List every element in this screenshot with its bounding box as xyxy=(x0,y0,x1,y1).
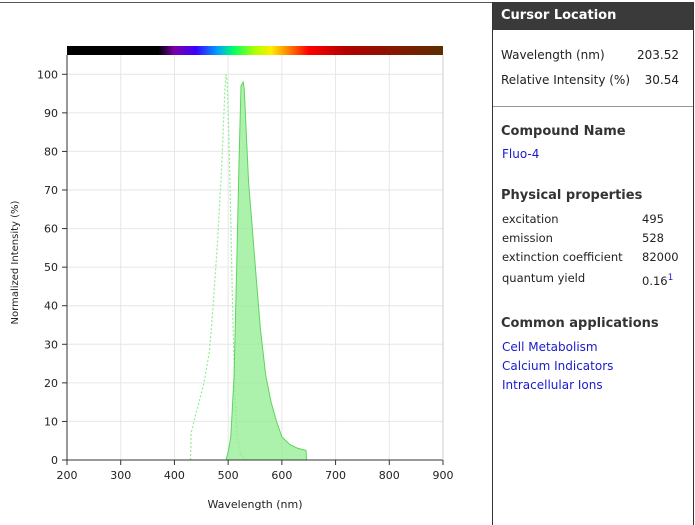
y-tick-label: 100 xyxy=(37,68,58,81)
emission-row: emission 528 xyxy=(502,231,682,245)
y-tick-label: 60 xyxy=(44,223,58,236)
y-axis-label: Normalized Intensity (%) xyxy=(10,200,21,324)
x-tick-label: 800 xyxy=(379,469,400,482)
y-tick-label: 0 xyxy=(51,454,58,467)
x-tick-label: 500 xyxy=(218,469,239,482)
excitation-row: excitation 495 xyxy=(502,212,682,226)
x-tick-label: 400 xyxy=(164,469,185,482)
info-panel: Cursor Location Wavelength (nm) 203.52 R… xyxy=(492,2,694,525)
quantum-yield-reference-link[interactable]: 1 xyxy=(668,273,674,283)
y-tick-label: 50 xyxy=(44,261,58,274)
emission-value: 528 xyxy=(642,231,664,245)
cursor-intensity-row: Relative Intensity (%) 30.54 xyxy=(501,73,685,87)
y-tick-label: 20 xyxy=(44,377,58,390)
cursor-wavelength-value: 203.52 xyxy=(637,48,679,62)
x-tick-label: 900 xyxy=(433,469,454,482)
quantum-yield-value-wrap: 0.161 xyxy=(642,273,673,288)
cursor-wavelength-label: Wavelength (nm) xyxy=(501,48,605,62)
y-tick-label: 80 xyxy=(44,145,58,158)
compound-name-link[interactable]: Fluo-4 xyxy=(502,147,539,161)
cursor-intensity-label: Relative Intensity (%) xyxy=(501,73,631,87)
excitation-label: excitation xyxy=(502,212,559,226)
application-link-intracellular-ions[interactable]: Intracellular Ions xyxy=(502,378,603,392)
emission-area xyxy=(225,80,308,461)
quantum-yield-value: 0.16 xyxy=(642,273,668,288)
extinction-row: extinction coefficient 82000 xyxy=(502,250,682,264)
emission-label: emission xyxy=(502,231,553,245)
cursor-intensity-value: 30.54 xyxy=(644,73,679,87)
extinction-label: extinction coefficient xyxy=(502,250,623,264)
cursor-location-header: Cursor Location xyxy=(493,2,693,30)
x-tick-label: 700 xyxy=(325,469,346,482)
cursor-wavelength-row: Wavelength (nm) 203.52 xyxy=(501,48,685,62)
y-tick-label: 30 xyxy=(44,338,58,351)
panel-divider xyxy=(493,106,693,107)
extinction-value: 82000 xyxy=(642,250,679,264)
physical-properties-heading: Physical properties xyxy=(501,188,643,203)
y-tick-label: 90 xyxy=(44,107,58,120)
x-tick-label: 600 xyxy=(271,469,292,482)
y-tick-label: 10 xyxy=(44,415,58,428)
y-tick-label: 40 xyxy=(44,300,58,313)
spectrum-chart[interactable]: 0 10 20 30 40 50 60 70 80 90 100 200 300 400 500 600 700… xyxy=(0,0,492,525)
quantum-yield-label: quantum yield xyxy=(502,271,586,285)
excitation-value: 495 xyxy=(642,212,664,226)
quantum-yield-row: quantum yield 0.161 xyxy=(502,271,682,288)
application-link-calcium-indicators[interactable]: Calcium Indicators xyxy=(502,359,613,373)
compound-name-heading: Compound Name xyxy=(501,124,626,139)
common-applications-heading: Common applications xyxy=(501,316,659,331)
x-tick-label: 200 xyxy=(57,469,78,482)
x-axis-label: Wavelength (nm) xyxy=(207,498,302,511)
x-tick-label: 300 xyxy=(110,469,131,482)
spectrum-color-bar xyxy=(67,46,443,55)
y-tick-label: 70 xyxy=(44,184,58,197)
application-link-cell-metabolism[interactable]: Cell Metabolism xyxy=(502,340,598,354)
